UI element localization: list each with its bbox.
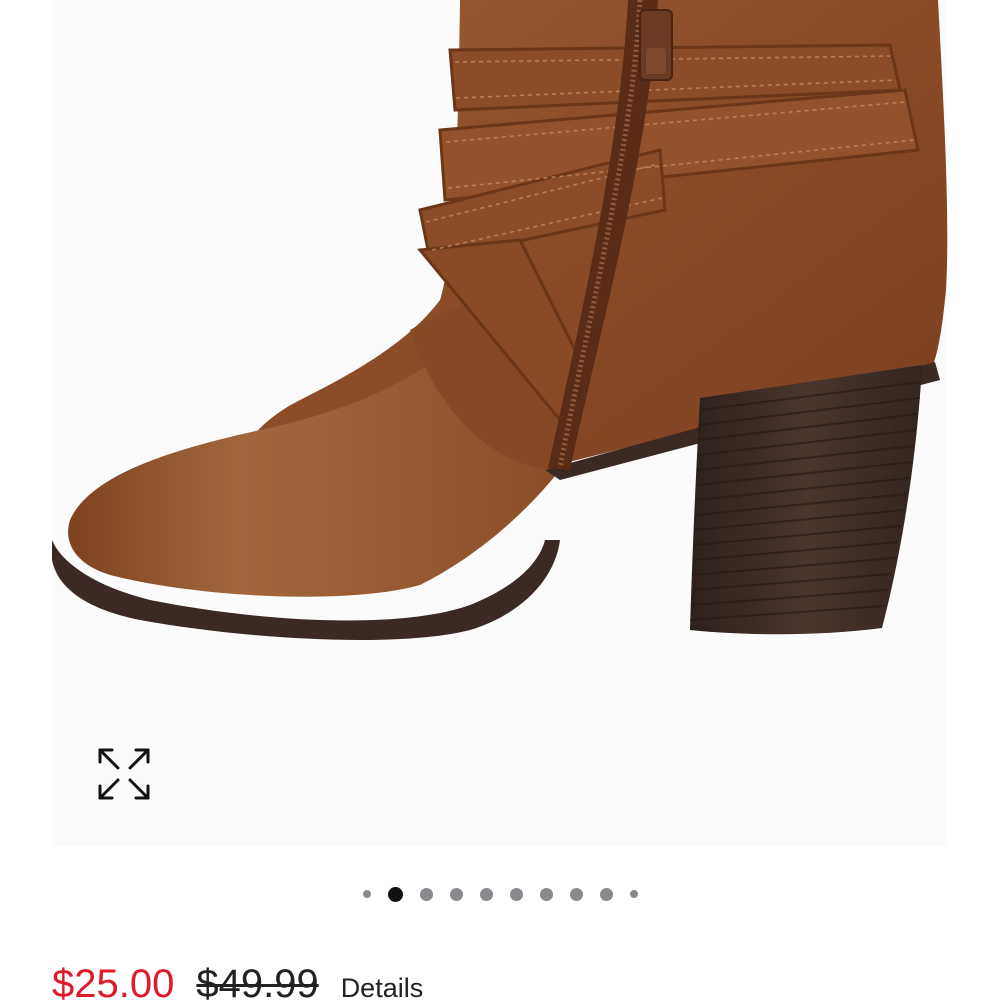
carousel-dot-7[interactable] [539, 887, 553, 901]
expand-arrows-icon [98, 748, 150, 800]
carousel-dot-2[interactable] [387, 886, 403, 902]
expand-image-button[interactable] [92, 742, 156, 806]
product-image[interactable] [0, 0, 1000, 860]
carousel-dot-6[interactable] [509, 887, 523, 901]
carousel-dot-9[interactable] [599, 887, 613, 901]
carousel-dot-10[interactable] [629, 890, 638, 898]
carousel-dot-4[interactable] [449, 887, 463, 901]
product-image-gallery[interactable] [0, 0, 1000, 860]
price-row: $25.00 $49.99 Details [52, 962, 423, 1000]
carousel-dot-8[interactable] [569, 887, 583, 901]
product-page: $25.00 $49.99 Details [0, 0, 1000, 1000]
original-price: $49.99 [196, 962, 319, 1000]
carousel-dot-1[interactable] [362, 890, 371, 898]
carousel-dot-3[interactable] [419, 887, 433, 901]
carousel-dot-5[interactable] [479, 887, 493, 901]
carousel-dots [0, 882, 1000, 906]
price-details-link[interactable]: Details [341, 973, 424, 1000]
sale-price: $25.00 [52, 962, 175, 1000]
